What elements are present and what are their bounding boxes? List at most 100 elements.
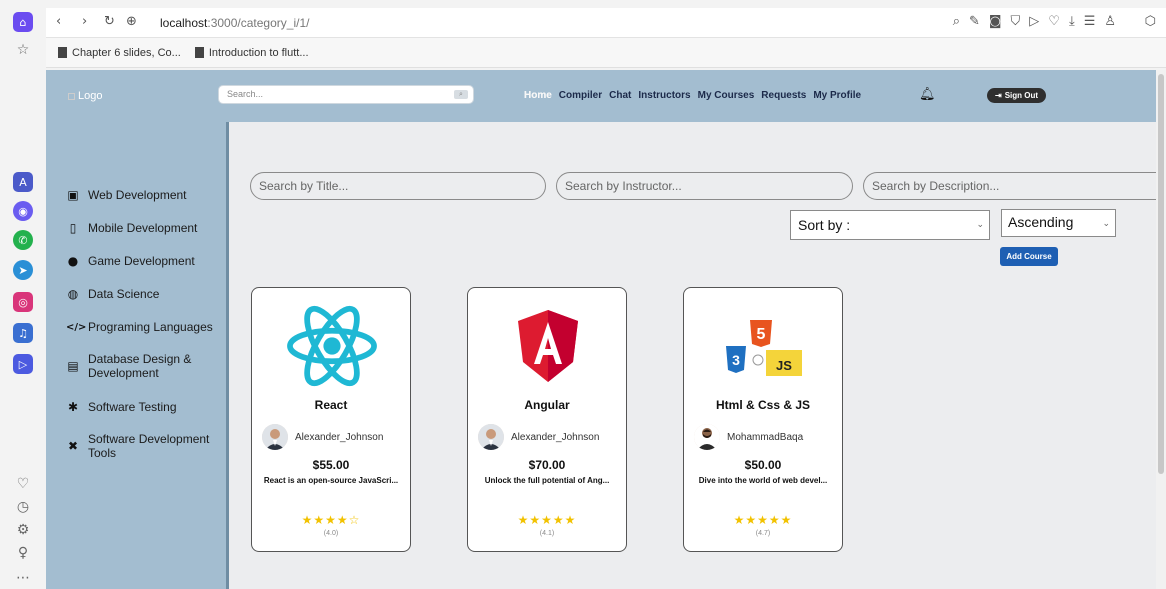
course-card-angular[interactable]: Angular Alexander_Johnson $70.00 Unlock …: [467, 287, 627, 552]
course-price: $70.00: [528, 458, 566, 472]
sign-out-icon: ⇥: [994, 91, 1002, 100]
order-select[interactable]: Ascending ⌄: [1001, 209, 1116, 237]
whatsapp-icon[interactable]: ✆: [13, 230, 33, 250]
avatar: [478, 424, 504, 450]
app-icon[interactable]: A: [13, 172, 33, 192]
rating-value: (4.0): [323, 530, 339, 537]
instagram-icon[interactable]: ◎: [13, 292, 33, 312]
angular-logo-icon: [498, 303, 598, 388]
settings-icon[interactable]: ⚙: [13, 520, 33, 540]
course-instructor: Alexander_Johnson: [262, 424, 383, 450]
sidebar-item-game-development[interactable]: ● Game Development: [66, 254, 226, 268]
profile-icon[interactable]: ♙: [1104, 14, 1116, 29]
nav-home[interactable]: Home: [524, 90, 552, 101]
svg-text:JS: JS: [776, 358, 792, 373]
nav-instructors[interactable]: Instructors: [638, 90, 690, 101]
search-icon[interactable]: ⌕: [953, 14, 960, 29]
sidebar-item-mobile-development[interactable]: ▯ Mobile Development: [66, 221, 226, 235]
nav-requests[interactable]: Requests: [761, 90, 806, 101]
main-nav: Home Compiler Chat Instructors My Course…: [524, 90, 861, 101]
sidebar-item-web-development[interactable]: ▣ Web Development: [66, 188, 226, 202]
menu-icon[interactable]: ☰: [1084, 14, 1096, 29]
nav-compiler[interactable]: Compiler: [559, 90, 602, 101]
course-card-react[interactable]: React Alexander_Johnson $55.00 React is …: [251, 287, 411, 552]
html-css-js-logo-icon: 5 3 JS: [714, 303, 814, 388]
extension-icon[interactable]: ⬡: [1145, 14, 1156, 29]
nav-my-courses[interactable]: My Courses: [698, 90, 755, 101]
camera-icon[interactable]: ◙: [989, 14, 1002, 29]
course-title: Angular: [524, 398, 570, 412]
svg-text:5: 5: [757, 326, 766, 343]
sidebar-item-database-design[interactable]: ▤ Database Design & Development: [66, 352, 226, 380]
app-root: Logo Search... ⌕ Home Compiler Chat Inst…: [46, 70, 1156, 589]
star-rating-icon: ★★★★★: [733, 513, 793, 527]
add-course-button[interactable]: Add Course: [1000, 247, 1058, 266]
course-card-html-css-js[interactable]: 5 3 JS Html & Css & JS MohammadBaqa $50.…: [683, 287, 843, 552]
sidebar-item-label: Data Science: [88, 287, 160, 301]
url-host: localhost: [160, 16, 208, 30]
scrollbar-thumb[interactable]: [1158, 74, 1164, 474]
headphones-icon[interactable]: ♫: [13, 323, 33, 343]
sign-out-label: Sign Out: [1004, 91, 1039, 100]
play-icon[interactable]: ▷: [1029, 14, 1039, 29]
broken-image-icon: [68, 92, 75, 100]
sidebar-item-software-development-tools[interactable]: ✖ Software Development Tools: [66, 432, 226, 460]
sort-by-label: Sort by :: [798, 217, 851, 233]
chevron-down-icon: ⌄: [1102, 219, 1110, 229]
page-scrollbar[interactable]: [1156, 70, 1166, 589]
sort-by-select[interactable]: Sort by : ⌄: [790, 210, 990, 240]
bookmark-item[interactable]: Introduction to flutt...: [194, 47, 309, 59]
instructor-name: Alexander_Johnson: [295, 431, 384, 443]
header-search-input[interactable]: Search...: [218, 85, 474, 104]
forward-icon[interactable]: ›: [82, 14, 87, 29]
nav-my-profile[interactable]: My Profile: [813, 90, 861, 101]
messenger-icon[interactable]: ◉: [13, 201, 33, 221]
history-icon[interactable]: ◷: [13, 497, 33, 517]
sidebar-item-label: Programing Languages: [88, 320, 213, 334]
sidebar-item-programing-languages[interactable]: </> Programing Languages: [66, 320, 226, 334]
lightbulb-icon[interactable]: ♀: [13, 543, 33, 563]
player-icon[interactable]: ▷: [13, 354, 33, 374]
heart-icon[interactable]: ♡: [13, 474, 33, 494]
shield-icon[interactable]: ⛉: [1011, 14, 1021, 29]
bookmark-label: Chapter 6 slides, Co...: [72, 46, 181, 59]
description-search-input[interactable]: Search by Description...: [863, 172, 1156, 200]
logo[interactable]: Logo: [68, 90, 102, 102]
reload-icon[interactable]: ↻: [104, 14, 115, 29]
avatar: [262, 424, 288, 450]
title-search-input[interactable]: Search by Title...: [250, 172, 546, 200]
favorite-star-icon[interactable]: ☆: [13, 40, 33, 60]
home-icon[interactable]: ⌂: [13, 12, 33, 32]
bookmark-item[interactable]: Chapter 6 slides, Co...: [58, 47, 181, 59]
telegram-icon[interactable]: ➤: [13, 260, 33, 280]
nav-chat[interactable]: Chat: [609, 90, 631, 101]
edit-icon[interactable]: ✎: [969, 14, 980, 29]
course-price: $50.00: [744, 458, 782, 472]
more-icon[interactable]: ⋯: [13, 568, 33, 588]
rating-value: (4.1): [539, 530, 555, 537]
sidebar-item-data-science[interactable]: ◍ Data Science: [66, 287, 226, 301]
course-description: React is an open-source JavaScri...: [263, 476, 399, 485]
browser-toolbar: ⌕ ✎ ◙ ⛉ ▷ ♡ ⤓ ☰ ♙: [953, 14, 1116, 29]
monitor-icon: ▣: [67, 188, 79, 202]
back-icon[interactable]: ‹: [56, 14, 61, 29]
download-icon[interactable]: ⤓: [1069, 14, 1075, 29]
sidebar-item-label: Software Testing: [88, 400, 177, 414]
sign-out-button[interactable]: ⇥ Sign Out: [987, 88, 1046, 103]
heart-toolbar-icon[interactable]: ♡: [1048, 14, 1060, 29]
bug-icon: ✱: [67, 400, 79, 414]
instructor-search-input[interactable]: Search by Instructor...: [556, 172, 853, 200]
site-info-icon[interactable]: ⊕: [126, 14, 137, 29]
search-button-icon[interactable]: ⌕: [454, 90, 468, 99]
sidebar-item-label: Web Development: [88, 188, 187, 202]
sidebar-item-software-testing[interactable]: ✱ Software Testing: [66, 400, 226, 414]
browser-sidebar: ⌂ ☆ A ◉ ✆ ➤ ◎ ♫ ▷ ♡ ◷ ⚙ ♀ ⋯: [0, 0, 46, 589]
bell-icon[interactable]: 🔔︎: [919, 87, 936, 102]
database-icon: ▤: [67, 359, 79, 373]
url-field[interactable]: localhost:3000/category_i/1/: [160, 16, 309, 30]
tools-icon: ✖: [67, 439, 79, 453]
course-instructor: Alexander_Johnson: [478, 424, 599, 450]
course-instructor: MohammadBaqa: [694, 424, 803, 450]
order-value: Ascending: [1008, 214, 1074, 230]
star-rating-icon: ★★★★☆: [301, 513, 361, 527]
